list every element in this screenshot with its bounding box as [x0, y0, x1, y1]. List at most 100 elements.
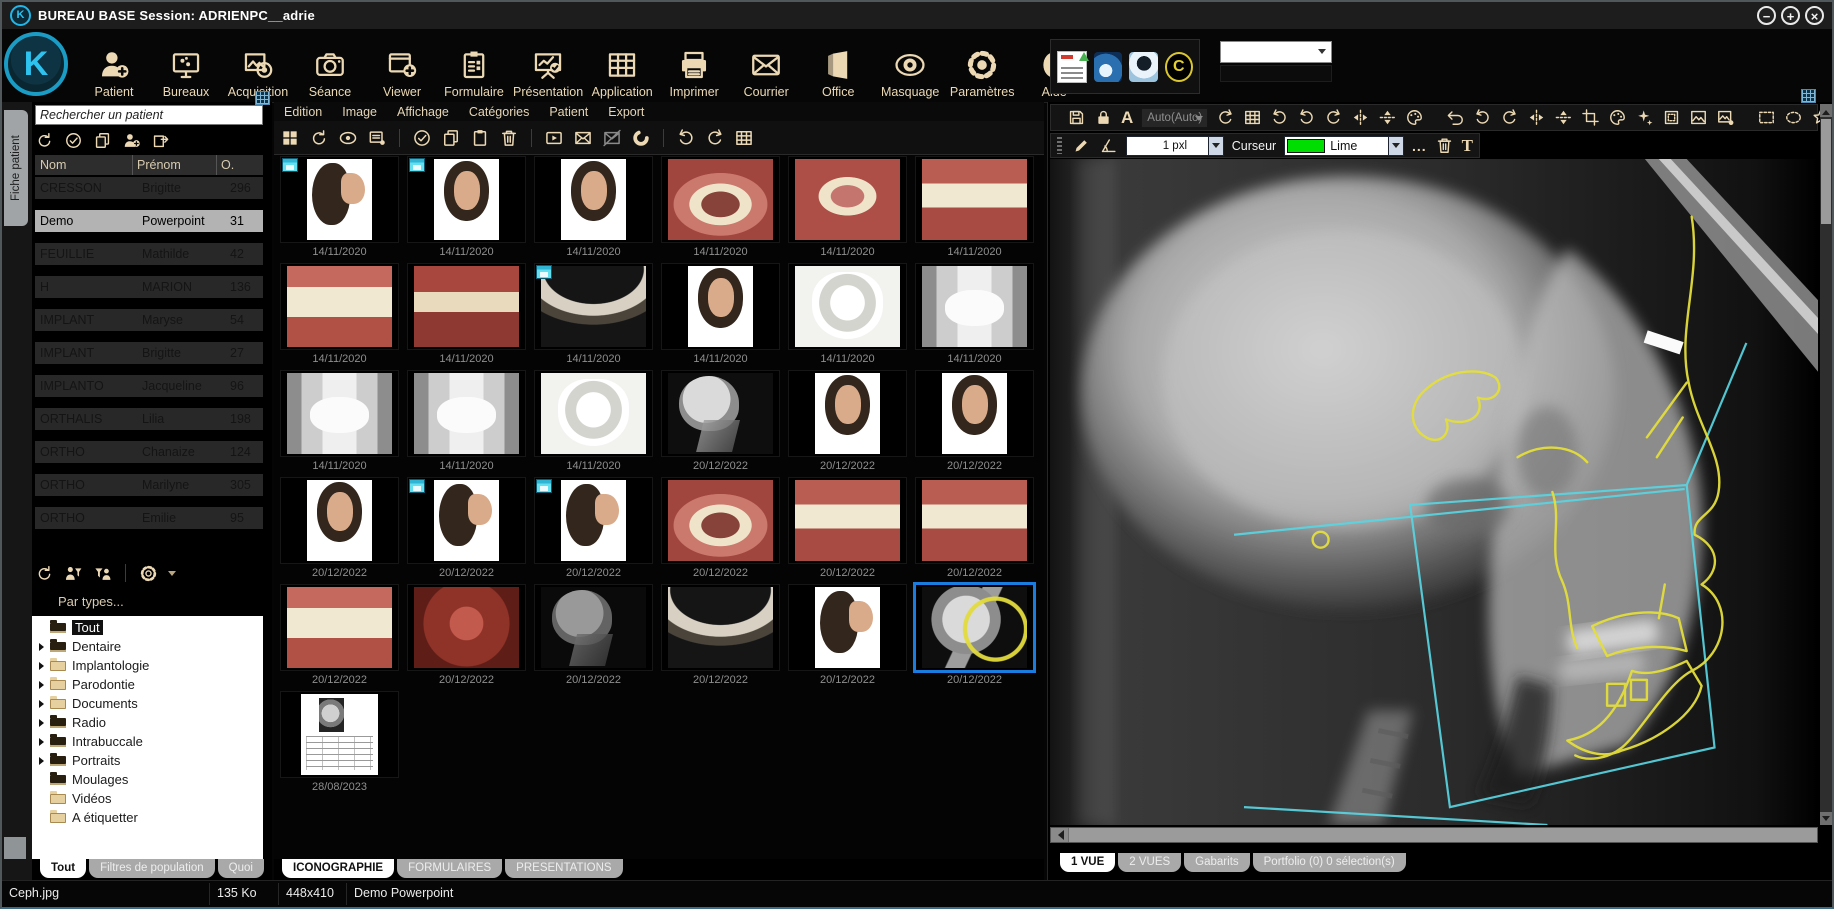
thumbnail-frontal-smile[interactable]: 20/12/2022 [911, 370, 1038, 477]
pencil-button[interactable] [1072, 136, 1091, 155]
copy-button[interactable] [441, 128, 461, 148]
patient-row[interactable]: IMPLANTBrigitte27 [35, 342, 263, 364]
thumbnail-frontal-smile[interactable]: 20/12/2022 [276, 477, 403, 584]
scroll-up-button[interactable] [1820, 104, 1832, 117]
horizontal-scrollbar[interactable] [1050, 827, 1818, 843]
toolbar-presentation-button[interactable]: Présentation [510, 33, 586, 99]
tab-1-vue[interactable]: 1 VUE [1060, 853, 1115, 872]
toolbar-masquage-button[interactable]: Masquage [874, 33, 946, 99]
menu-patient[interactable]: Patient [549, 105, 588, 119]
thumbnail-arch-lower[interactable]: 14/11/2020 [784, 156, 911, 263]
trash-button[interactable] [499, 128, 519, 148]
eye-button[interactable] [338, 128, 358, 148]
thumbnail-arch-upper[interactable]: 20/12/2022 [657, 477, 784, 584]
tree-item-tout[interactable]: Tout [32, 618, 263, 637]
thumbnail-panoramic[interactable]: 20/12/2022 [657, 584, 784, 691]
thumbnail-profile[interactable]: 20/12/2022 [530, 477, 657, 584]
panel-grid-icon[interactable] [255, 91, 270, 105]
thumbnail-frontal[interactable]: 14/11/2020 [403, 156, 530, 263]
tab-filtres-de-population[interactable]: Filtres de population [89, 859, 215, 878]
export-button[interactable] [151, 131, 170, 150]
thumbnail-teeth-side[interactable]: 20/12/2022 [911, 477, 1038, 584]
tab-2-vues[interactable]: 2 VUES [1118, 853, 1181, 872]
fliph-button[interactable] [1527, 108, 1546, 127]
mail-button[interactable] [573, 128, 593, 148]
thumbnail-skull-dark[interactable]: 20/12/2022 [530, 584, 657, 691]
copy-button[interactable] [93, 131, 112, 150]
rotl-button[interactable] [1270, 108, 1289, 127]
play-button[interactable] [544, 128, 564, 148]
app-logo-large-icon[interactable]: K [4, 32, 68, 96]
delete-annotation-button[interactable] [1435, 136, 1454, 155]
rotr-button[interactable] [1324, 108, 1343, 127]
selellipse-button[interactable] [1784, 108, 1803, 127]
menu-edition[interactable]: Edition [284, 105, 322, 119]
tab-gabarits[interactable]: Gabarits [1184, 853, 1249, 872]
patient-row[interactable]: ORTHALISLilia198 [35, 408, 263, 430]
patient-row[interactable]: IMPLANTMaryse54 [35, 309, 263, 331]
thumbnail-document[interactable]: 28/08/2023 [276, 691, 403, 798]
toolbar-courrier-button[interactable]: Courrier [730, 33, 802, 99]
thumbnail-threequarter[interactable]: 14/11/2020 [530, 156, 657, 263]
orca-blue-icon[interactable] [1094, 52, 1122, 82]
expand-arrow-icon[interactable] [39, 662, 50, 670]
column-header[interactable]: O. Nomb [217, 155, 263, 175]
thumbnail-teeth-close[interactable]: 14/11/2020 [403, 263, 530, 370]
rotl-button[interactable] [1473, 108, 1492, 127]
toolbar-patient-button[interactable]: Patient [78, 33, 150, 99]
thumbnail-ceph-traced[interactable]: 20/12/2022 [911, 584, 1038, 691]
tree-item-intrabuccale[interactable]: Intrabuccale [32, 732, 263, 751]
rotr-button[interactable] [705, 128, 725, 148]
imgdocgear-button[interactable] [1716, 108, 1735, 127]
thumbnail-arch-upper[interactable]: 14/11/2020 [657, 156, 784, 263]
band-combo-field[interactable] [1220, 65, 1332, 82]
cminus-button[interactable] [631, 128, 651, 148]
mailx-button[interactable] [602, 128, 622, 148]
refresh-button[interactable] [309, 128, 329, 148]
toolbar-viewer-button[interactable]: Viewer [366, 33, 438, 99]
tree-item-radio[interactable]: Radio [32, 713, 263, 732]
rotl-button[interactable] [676, 128, 696, 148]
rail-resize-grip[interactable] [4, 837, 26, 859]
vertical-scrollbar[interactable] [1820, 104, 1832, 825]
fiche-patient-vertical-tab[interactable]: Fiche patient [4, 110, 28, 226]
pdf-export-icon[interactable] [1057, 51, 1087, 83]
thumbnail-model[interactable]: 14/11/2020 [403, 370, 530, 477]
close-button[interactable]: × [1805, 6, 1824, 25]
frame-button[interactable] [1662, 108, 1681, 127]
toolbar-bureaux-button[interactable]: Bureaux [150, 33, 222, 99]
check-button[interactable] [412, 128, 432, 148]
check-button[interactable] [64, 131, 83, 150]
more-options-button[interactable]: ... [1412, 138, 1427, 154]
tree-item-documents[interactable]: Documents [32, 694, 263, 713]
person-funnel-button[interactable] [64, 564, 83, 583]
chevron-down-icon[interactable] [168, 571, 176, 580]
flipv-button[interactable] [1554, 108, 1573, 127]
thumbnail-teeth-front[interactable]: 14/11/2020 [276, 263, 403, 370]
listgear-button[interactable] [367, 128, 387, 148]
minimize-button[interactable]: − [1757, 6, 1776, 25]
lock-button[interactable] [1094, 108, 1113, 127]
fliph-button[interactable] [1351, 108, 1370, 127]
scroll-down-button[interactable] [1820, 812, 1832, 825]
patient-row[interactable]: ORTHOEmilie95 [35, 507, 263, 529]
tab-presentations[interactable]: PRESENTATIONS [505, 859, 622, 878]
person-add-button[interactable] [122, 131, 141, 150]
thumbnail-model-arch[interactable]: 14/11/2020 [530, 370, 657, 477]
text-annotation-button[interactable]: A [1121, 108, 1133, 127]
tab-iconographie[interactable]: ICONOGRAPHIE [282, 859, 394, 878]
tree-item-implantologie[interactable]: Implantologie [32, 656, 263, 675]
tab-formulaires[interactable]: FORMULAIRES [397, 859, 502, 878]
toolbar-acquisition-button[interactable]: Acquisition [222, 33, 294, 99]
tiles-button[interactable] [280, 128, 300, 148]
column-header[interactable]: Nom [35, 155, 133, 175]
selrect-button[interactable] [1757, 108, 1776, 127]
patient-row[interactable]: DemoPowerpoint31 [35, 210, 263, 232]
thumbnail-teeth-side[interactable]: 20/12/2022 [784, 477, 911, 584]
menu-affichage[interactable]: Affichage [397, 105, 449, 119]
column-header[interactable]: Prénom [133, 155, 217, 175]
thumbnail-profile[interactable]: 20/12/2022 [784, 584, 911, 691]
patient-row[interactable]: ORTHOChanaize124 [35, 441, 263, 463]
search-input[interactable] [35, 105, 263, 125]
dropdown-button[interactable] [1208, 137, 1223, 155]
